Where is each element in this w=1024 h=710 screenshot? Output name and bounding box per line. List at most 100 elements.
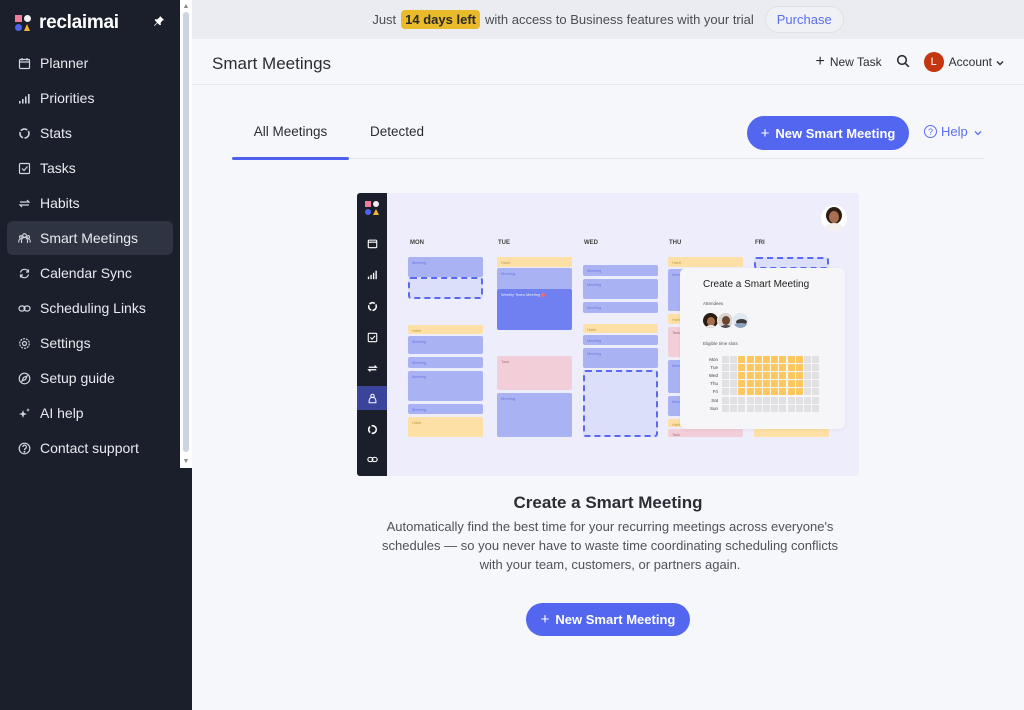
question-icon [17,441,31,455]
days-left-badge: 14 days left [401,10,480,29]
sidebar-item-habits[interactable]: Habits [7,186,173,220]
eligible-slots-label: Eligible time slots [703,341,738,346]
sidebar-item-label: AI help [40,405,84,421]
grid-row: Sun [703,404,820,412]
pin-icon[interactable] [153,15,165,30]
sidebar-item-label: Calendar Sync [40,265,132,281]
sidebar-item-priorities[interactable]: Priorities [7,81,173,115]
sidebar-item-setup-guide[interactable]: Setup guide [7,361,173,395]
meeting-block: Meeting [583,335,658,345]
banner-suffix: with access to Business features with yo… [484,12,754,27]
page-header: Smart Meetings + New Task L Account [192,39,1024,85]
eligible-slot-cell [746,388,754,396]
compass-icon [17,371,31,385]
meeting-block: Meeting [583,348,658,368]
sidebar-item-planner[interactable]: Planner [7,46,173,80]
slot-cell [779,404,787,412]
eligible-slot-cell [779,371,787,379]
plus-icon: + [540,611,550,628]
eligible-slot-cell [779,355,787,363]
gear-icon [17,336,31,350]
tab-detected[interactable]: Detected [349,115,445,159]
grid-row: Wed [703,371,820,379]
scroll-up-icon[interactable]: ▲ [182,3,190,11]
slot-cell [812,363,820,371]
sync-icon [17,266,31,280]
plus-icon: + [815,53,825,70]
sidebar-item-tasks[interactable]: Tasks [7,151,173,185]
day-label: WED [584,240,598,246]
plus-icon: + [760,124,770,142]
repeat-icon [17,196,31,210]
sidebar-item-contact-support[interactable]: Contact support [7,431,173,465]
slot-cell [787,404,795,412]
account-menu[interactable]: L Account [923,52,1004,72]
people-icon [17,231,31,245]
slot-cell [803,371,811,379]
meeting-block: Meeting [583,302,658,313]
meeting-block: Meeting [497,393,572,437]
sidebar-item-stats[interactable]: Stats [7,116,173,150]
day-label: TUE [498,240,510,246]
grid-row: Mon [703,355,820,363]
new-smart-meeting-button[interactable]: + New Smart Meeting [747,116,909,150]
task-block: Task [497,356,572,390]
link-icon [17,301,31,315]
sidebar-item-smart-meetings[interactable]: Smart Meetings [7,221,173,255]
brand-logo[interactable]: reclaimai [15,12,119,34]
help-dropdown[interactable]: ? Help [924,124,982,139]
eligible-slot-cell [779,388,787,396]
day-label: THU [669,240,682,246]
new-smart-meeting-button-center[interactable]: + New Smart Meeting [526,603,690,636]
sidebar-item-scheduling-links[interactable]: Scheduling Links [7,291,173,325]
slot-cell [803,396,811,404]
new-task-button[interactable]: + New Task [816,53,882,71]
grid-row: Tue [703,363,820,371]
search-icon[interactable] [896,54,910,71]
eligible-slot-cell [787,355,795,363]
slot-cell [812,371,820,379]
habit-block [754,429,829,437]
slot-cell [795,396,803,404]
slot-cell [722,396,729,404]
slot-cell [746,396,754,404]
sidebar-item-calendar-sync[interactable]: Calendar Sync [7,256,173,290]
day-label: FRI [755,240,765,246]
task-block: Task [668,429,743,437]
ring-icon [365,299,379,313]
trial-banner: Just 14 days left with access to Busines… [192,0,1024,39]
scrollbar-thumb[interactable] [183,12,189,452]
sidebar-item-label: Habits [40,195,80,211]
weekly-meeting-label: Weekly Team Meeting [501,292,541,297]
bars-icon [17,91,31,105]
habit-block: Habit [408,417,483,437]
purchase-button[interactable]: Purchase [764,6,844,33]
eligible-slot-cell [787,380,795,388]
sidebar-scrollbar[interactable]: ▲ ▼ [180,0,192,468]
people-icon [365,391,379,405]
empty-state-title: Create a Smart Meeting [513,493,703,512]
eligible-slot-cell [754,355,762,363]
weekly-team-meeting-block: Weekly Team Meeting [497,289,572,330]
sidebar-item-settings[interactable]: Settings [7,326,173,360]
sidebar-item-ai-help[interactable]: AI help [7,396,173,430]
attendees-label: Attendees [703,301,724,306]
sync-icon [365,422,379,436]
eligible-slot-cell [795,388,803,396]
tab-all-meetings[interactable]: All Meetings [232,115,349,160]
slot-cell [812,355,820,363]
sidebar-nav: Planner Priorities Stats Tasks Habits Sm… [7,46,173,466]
slot-cell [722,388,729,396]
eligible-slot-cell [754,371,762,379]
open-slot-block [408,277,483,299]
meeting-block: Meeting [497,268,572,290]
meeting-block: Meeting [408,404,483,414]
question-icon: ? [924,125,937,138]
repeat-icon [365,361,379,375]
slot-cell [746,404,754,412]
slot-cell [762,396,770,404]
slot-cell [722,380,729,388]
eligible-slot-cell [779,380,787,388]
meeting-block: Meeting [408,357,483,368]
scroll-down-icon[interactable]: ▼ [182,458,190,466]
